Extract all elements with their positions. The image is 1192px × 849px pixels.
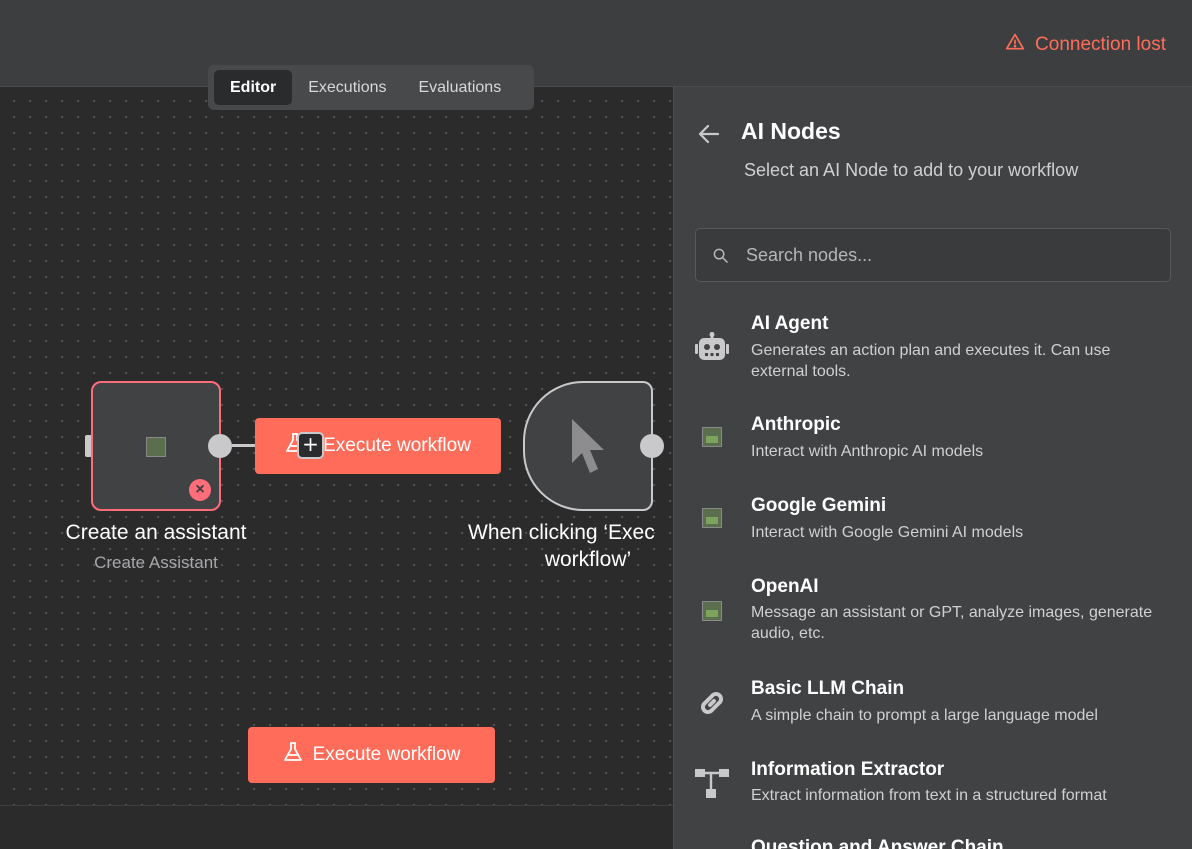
view-tabs: Editor Executions Evaluations bbox=[208, 65, 534, 110]
error-icon: × bbox=[189, 479, 211, 501]
warning-icon bbox=[1005, 32, 1025, 58]
list-item-question-and-answer-chain[interactable]: Question and Answer Chain bbox=[674, 837, 1192, 849]
item-description: Message an assistant or GPT, analyze ima… bbox=[751, 604, 1153, 642]
robot-icon bbox=[695, 331, 729, 365]
item-description: Generates an action plan and executes it… bbox=[751, 342, 1111, 380]
node-title-create-assistant: Create an assistant bbox=[65, 521, 247, 544]
top-header: Connection lost bbox=[0, 0, 1192, 87]
back-arrow-icon[interactable] bbox=[696, 121, 722, 147]
item-name: Basic LLM Chain bbox=[751, 678, 905, 699]
broken-image-icon bbox=[695, 420, 729, 454]
item-name: AI Agent bbox=[751, 313, 829, 334]
list-item-information-extractor[interactable]: Information Extractor Extract informatio… bbox=[674, 757, 1192, 817]
execute-overlay-label: Execute workflow bbox=[323, 435, 471, 456]
add-node-button[interactable]: + bbox=[297, 432, 324, 459]
connection-status-label: Connection lost bbox=[1035, 34, 1166, 55]
cursor-icon bbox=[572, 419, 604, 473]
item-name: Google Gemini bbox=[751, 495, 887, 516]
item-description: Extract information from text in a struc… bbox=[751, 787, 1107, 804]
item-description: Interact with Google Gemini AI models bbox=[751, 524, 1024, 541]
link-icon bbox=[695, 686, 729, 720]
flask-icon bbox=[283, 741, 303, 769]
item-description: Interact with Anthropic AI models bbox=[751, 443, 984, 460]
node-title-trigger-line2: workflow’ bbox=[544, 548, 632, 571]
sitemap-icon bbox=[695, 767, 729, 801]
broken-image-icon bbox=[695, 594, 729, 628]
execute-button-label: Execute workflow bbox=[312, 744, 461, 765]
node-create-assistant[interactable]: × bbox=[91, 381, 221, 511]
broken-image-icon bbox=[146, 437, 166, 457]
list-item-ai-agent[interactable]: AI Agent Generates an action plan and ex… bbox=[674, 309, 1192, 389]
broken-image-icon bbox=[695, 501, 729, 535]
trigger-output-handle[interactable] bbox=[640, 434, 664, 458]
output-handle[interactable] bbox=[208, 434, 232, 458]
list-item-basic-llm-chain[interactable]: Basic LLM Chain A simple chain to prompt… bbox=[674, 676, 1192, 736]
execute-workflow-button[interactable]: Execute workflow bbox=[248, 727, 495, 783]
search-icon bbox=[713, 248, 728, 263]
tab-executions[interactable]: Executions bbox=[292, 70, 402, 105]
item-description: A simple chain to prompt a large languag… bbox=[751, 707, 1098, 724]
list-item-openai[interactable]: OpenAI Message an assistant or GPT, anal… bbox=[674, 574, 1192, 654]
node-subtitle-create-assistant: Create Assistant bbox=[94, 553, 218, 572]
item-name: OpenAI bbox=[751, 576, 819, 597]
canvas-footer bbox=[0, 805, 673, 849]
execute-workflow-overlay-button[interactable]: Execute workflow bbox=[255, 418, 501, 474]
tab-editor[interactable]: Editor bbox=[214, 70, 293, 105]
search-input[interactable] bbox=[746, 229, 1156, 281]
tab-evaluations[interactable]: Evaluations bbox=[402, 70, 517, 105]
panel-subtitle: Select an AI Node to add to your workflo… bbox=[744, 160, 1079, 180]
search-box bbox=[695, 228, 1171, 282]
item-name: Information Extractor bbox=[751, 759, 945, 780]
connection-status: Connection lost bbox=[1005, 32, 1166, 58]
list-item-anthropic[interactable]: Anthropic Interact with Anthropic AI mod… bbox=[674, 412, 1192, 472]
node-creator-panel: AI Nodes Select an AI Node to add to you… bbox=[673, 87, 1192, 849]
item-name: Question and Answer Chain bbox=[751, 837, 1004, 849]
panel-title: AI Nodes bbox=[741, 118, 841, 144]
node-manual-trigger[interactable] bbox=[523, 381, 653, 511]
list-item-google-gemini[interactable]: Google Gemini Interact with Google Gemin… bbox=[674, 493, 1192, 553]
item-name: Anthropic bbox=[751, 414, 841, 435]
node-title-trigger-line1: When clicking ‘Exec bbox=[468, 521, 655, 544]
